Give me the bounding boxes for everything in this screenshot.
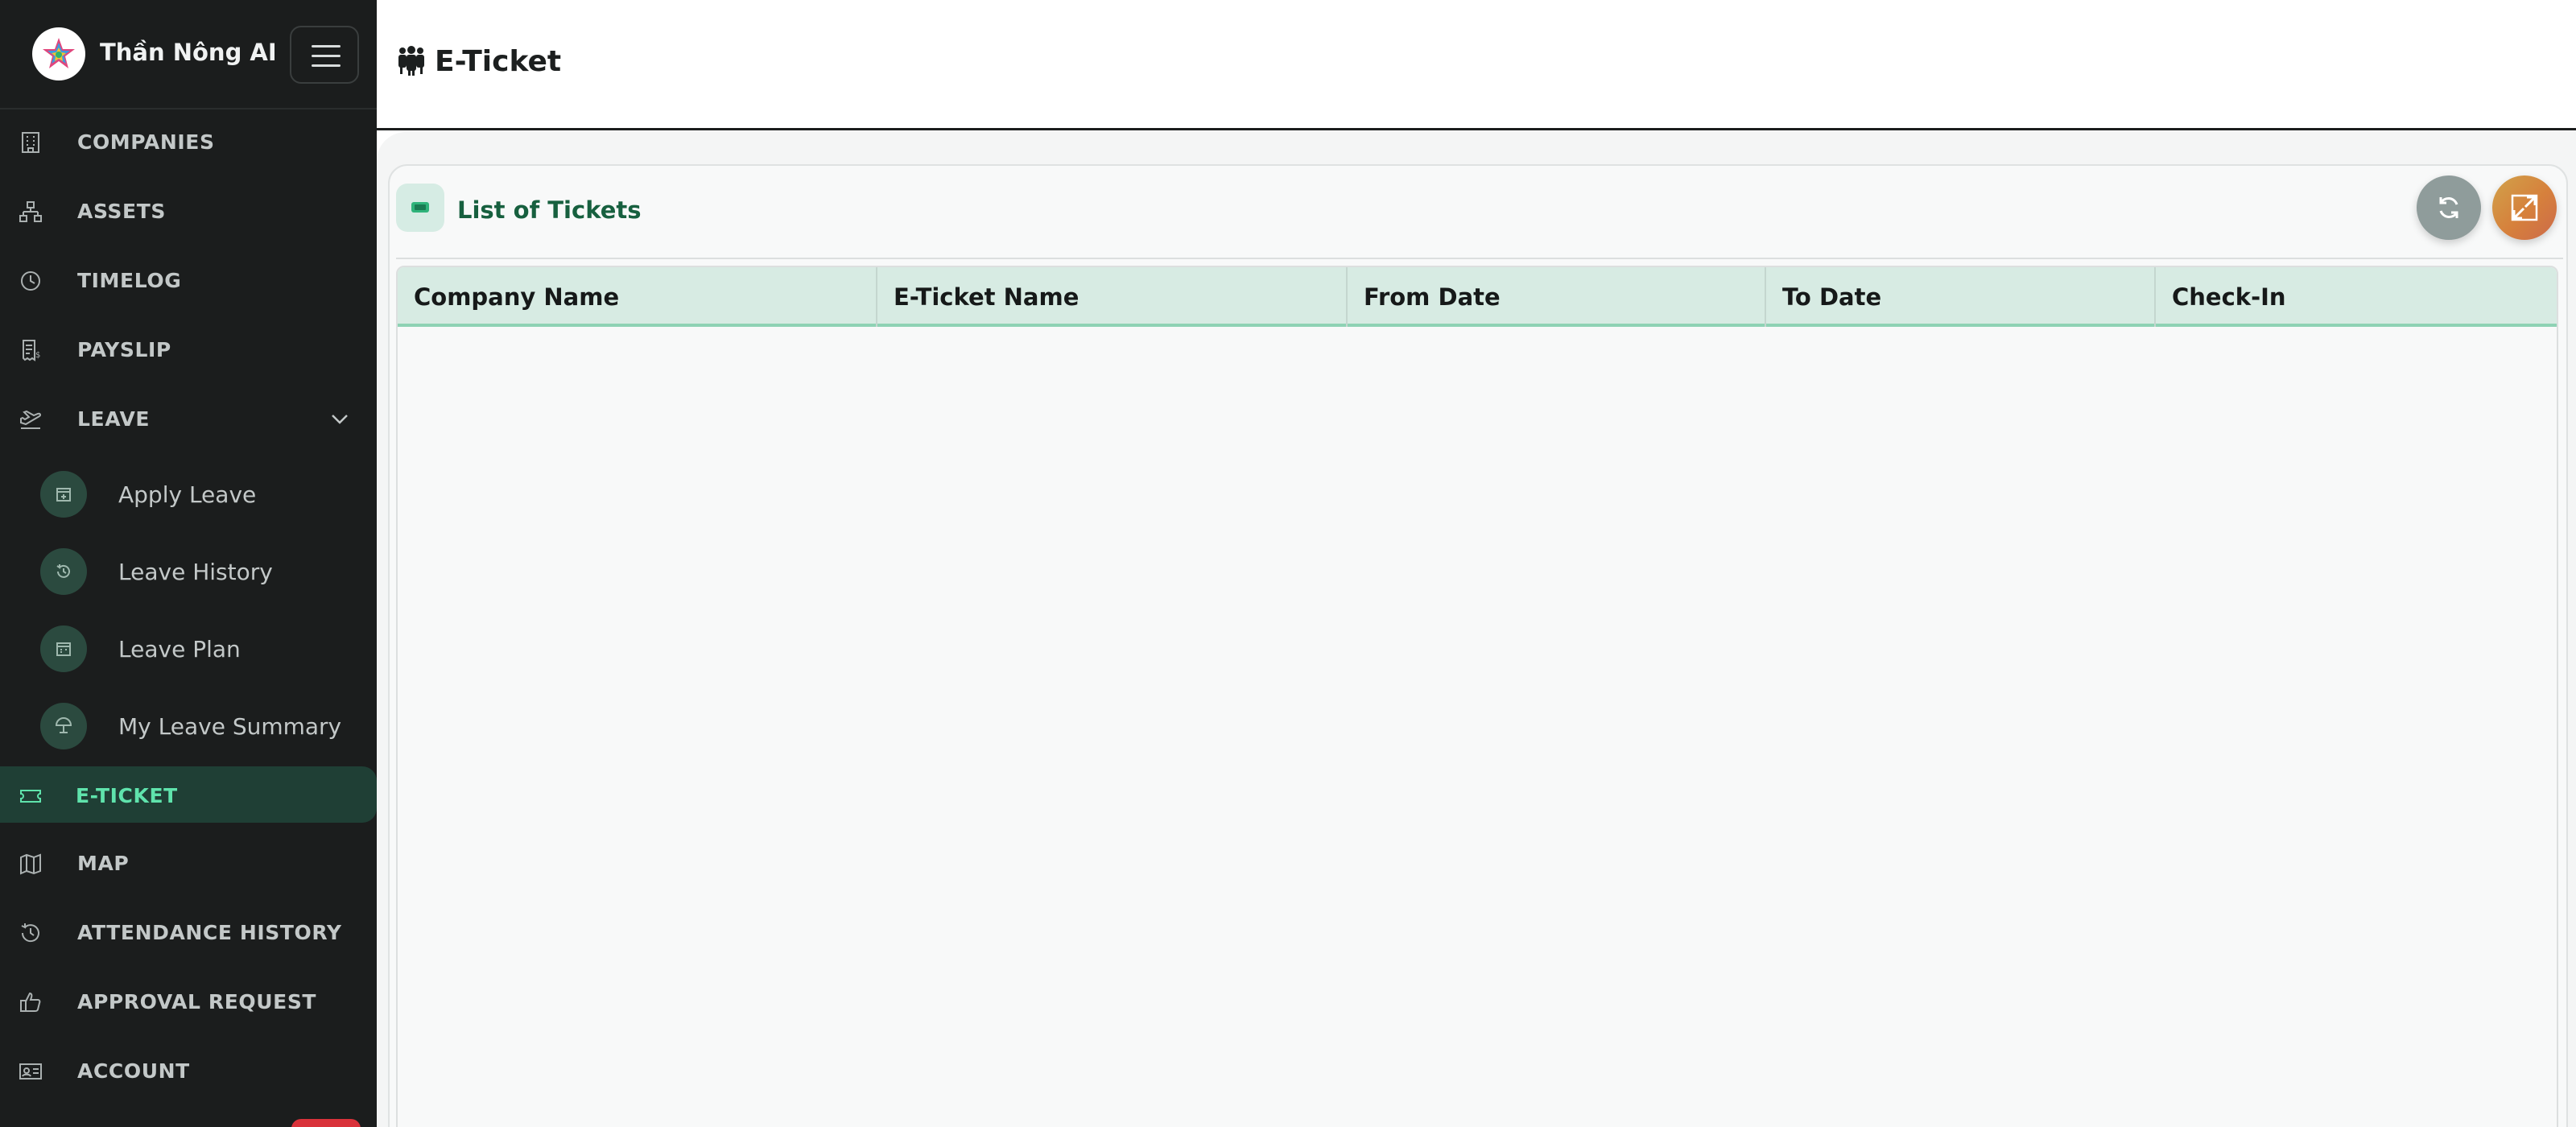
svg-text:$: $ [35, 351, 40, 360]
refresh-icon [2439, 197, 2458, 218]
sidebar-item-timelog[interactable]: TIMELOG [0, 251, 377, 308]
calendar-plus-icon [40, 471, 87, 518]
column-header-e-ticket-name[interactable]: E-Ticket Name [877, 267, 1348, 327]
sidebar-item-e-ticket[interactable]: E-TICKET [0, 766, 377, 823]
sidebar-item-payslip[interactable]: $ PAYSLIP [0, 320, 377, 377]
receipt-icon: $ [23, 340, 40, 361]
clock-icon [21, 271, 40, 291]
page-title: E-Ticket [435, 45, 562, 78]
sidebar-item-label: ASSETS [77, 200, 166, 223]
sidebar-item-label: COMPANIES [77, 130, 215, 154]
column-header-from-date[interactable]: From Date [1348, 267, 1766, 327]
main-content: List of Tickets Company Name E-Ticket Na… [377, 130, 2576, 1127]
sidebar-subitem-label: My Leave Summary [118, 713, 342, 740]
sidebar-subitem-label: Leave History [118, 559, 273, 585]
hamburger-icon [312, 45, 341, 47]
ticket-icon [20, 790, 41, 803]
chevron-down-icon[interactable] [328, 407, 351, 430]
calendar-icon [40, 625, 87, 672]
page-header: E-Ticket [377, 0, 2576, 130]
sidebar-item-label: PAYSLIP [77, 338, 171, 361]
tickets-table: Company Name E-Ticket Name From Date To … [396, 266, 2558, 1127]
sidebar-item-approval-request[interactable]: APPROVAL REQUEST [0, 972, 377, 1029]
menu-toggle-button[interactable] [290, 26, 359, 84]
expand-button[interactable] [2492, 175, 2557, 240]
expand-icon [2511, 194, 2538, 221]
map-icon [20, 853, 41, 875]
notification-badge[interactable] [291, 1119, 361, 1127]
thumbs-up-icon [20, 992, 41, 1012]
ticket-icon [396, 184, 444, 232]
history-icon [21, 923, 39, 943]
sidebar-item-label: LEAVE [77, 407, 151, 431]
column-header-company-name[interactable]: Company Name [398, 267, 877, 327]
sidebar-item-assets[interactable]: ASSETS [0, 182, 377, 238]
refresh-button[interactable] [2417, 175, 2481, 240]
hierarchy-icon [19, 201, 42, 222]
column-header-check-in[interactable]: Check-In [2156, 267, 2557, 327]
sidebar-subitem-leave-plan[interactable]: Leave Plan [0, 613, 377, 683]
sidebar-item-map[interactable]: MAP [0, 834, 377, 890]
sidebar-item-leave[interactable]: LEAVE [0, 390, 377, 446]
history-icon [40, 548, 87, 595]
umbrella-beach-icon [40, 703, 87, 749]
sidebar-subitem-apply-leave[interactable]: Apply Leave [0, 459, 377, 528]
building-icon [22, 132, 39, 153]
sidebar-item-companies[interactable]: COMPANIES [0, 113, 377, 169]
sidebar-item-label: MAP [77, 852, 130, 875]
sidebar-subitem-label: Apply Leave [118, 481, 257, 508]
plane-departure-icon [20, 410, 42, 429]
id-card-icon [19, 1063, 42, 1080]
sidebar-item-label: ACCOUNT [77, 1059, 190, 1083]
brand-name: Thần Nông AI [100, 39, 277, 66]
brand-logo[interactable] [32, 27, 85, 80]
sidebar-subitem-label: Leave Plan [118, 636, 241, 663]
brand-header: Thần Nông AI [0, 0, 377, 109]
sidebar-item-label: E-TICKET [76, 784, 178, 807]
sidebar-subitem-my-leave-summary[interactable]: My Leave Summary [0, 691, 377, 760]
card-title: List of Tickets [457, 196, 642, 224]
sidebar-subitem-leave-history[interactable]: Leave History [0, 536, 377, 605]
people-group-icon [398, 46, 424, 76]
tickets-card: List of Tickets Company Name E-Ticket Na… [388, 164, 2568, 1127]
sidebar-item-label: TIMELOG [77, 269, 182, 292]
sidebar-item-attendance-history[interactable]: ATTENDANCE HISTORY [0, 903, 377, 960]
column-header-to-date[interactable]: To Date [1766, 267, 2156, 327]
table-header: Company Name E-Ticket Name From Date To … [398, 267, 2557, 327]
sidebar-item-account[interactable]: ACCOUNT [0, 1042, 377, 1098]
sidebar-item-label: ATTENDANCE HISTORY [77, 921, 342, 944]
sidebar: Thần Nông AI COMPANIES ASSETS TIMELOG $ … [0, 0, 377, 1127]
sidebar-item-label: APPROVAL REQUEST [77, 990, 317, 1013]
